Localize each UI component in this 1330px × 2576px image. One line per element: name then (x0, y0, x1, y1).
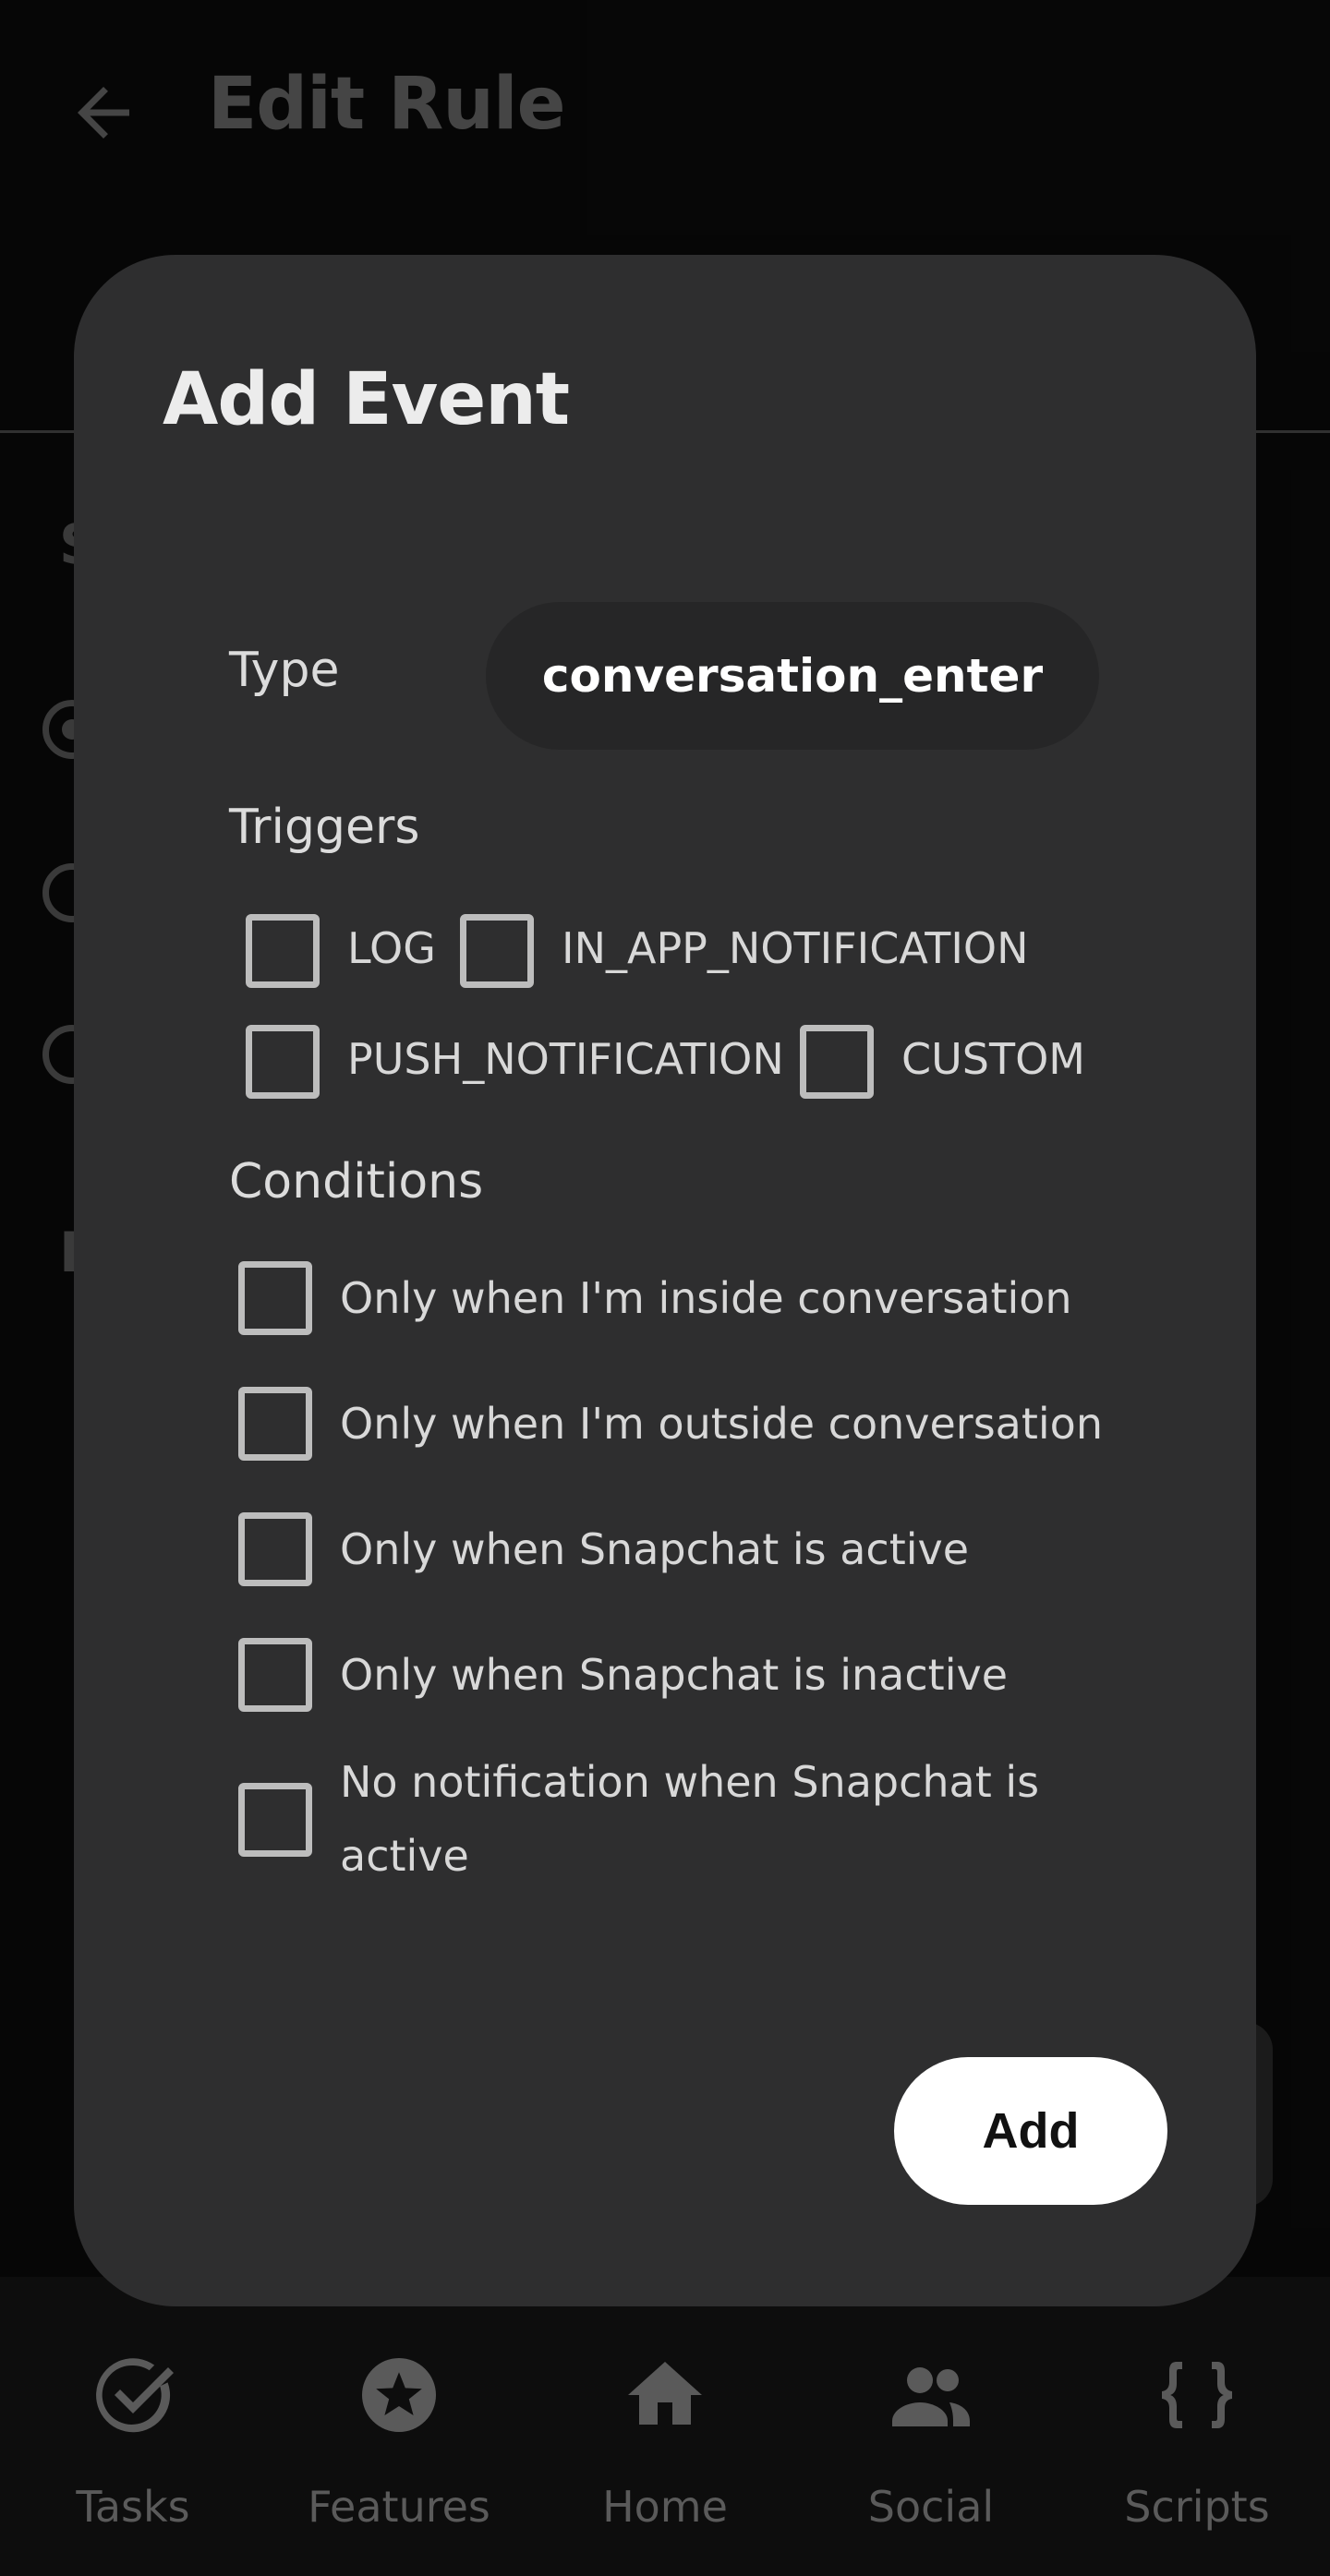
condition-snapchat-inactive-checkbox[interactable] (238, 1638, 312, 1712)
condition-label: Only when Snapchat is inactive (340, 1650, 1008, 1700)
condition-inside-conversation-checkbox[interactable] (238, 1261, 312, 1335)
event-type-dropdown[interactable]: conversation_enter (486, 602, 1099, 750)
dialog-title: Add Event (163, 358, 570, 441)
triggers-heading: Triggers (229, 800, 420, 855)
condition-no-notification-checkbox[interactable] (238, 1783, 312, 1857)
add-button[interactable]: Add (894, 2057, 1167, 2205)
trigger-log-checkbox[interactable] (246, 914, 320, 988)
add-event-dialog: Add Event Type conversation_enter Trigge… (74, 255, 1256, 2306)
trigger-label: CUSTOM (901, 1034, 1085, 1084)
conditions-heading: Conditions (229, 1154, 484, 1210)
condition-snapchat-active-checkbox[interactable] (238, 1512, 312, 1586)
trigger-push-notification-checkbox[interactable] (246, 1025, 320, 1099)
condition-label: Only when I'm inside conversation (340, 1273, 1072, 1323)
condition-label: Only when Snapchat is active (340, 1524, 970, 1574)
condition-label: Only when I'm outside conversation (340, 1399, 1103, 1449)
trigger-in-app-notification-checkbox[interactable] (460, 914, 534, 988)
trigger-custom-checkbox[interactable] (800, 1025, 874, 1099)
condition-outside-conversation-checkbox[interactable] (238, 1387, 312, 1461)
trigger-label: IN_APP_NOTIFICATION (562, 923, 1029, 973)
trigger-label: PUSH_NOTIFICATION (347, 1034, 784, 1084)
condition-label: No notification when Snapchat is active (340, 1757, 1040, 1881)
trigger-label: LOG (347, 923, 436, 973)
type-label: Type (229, 643, 340, 698)
